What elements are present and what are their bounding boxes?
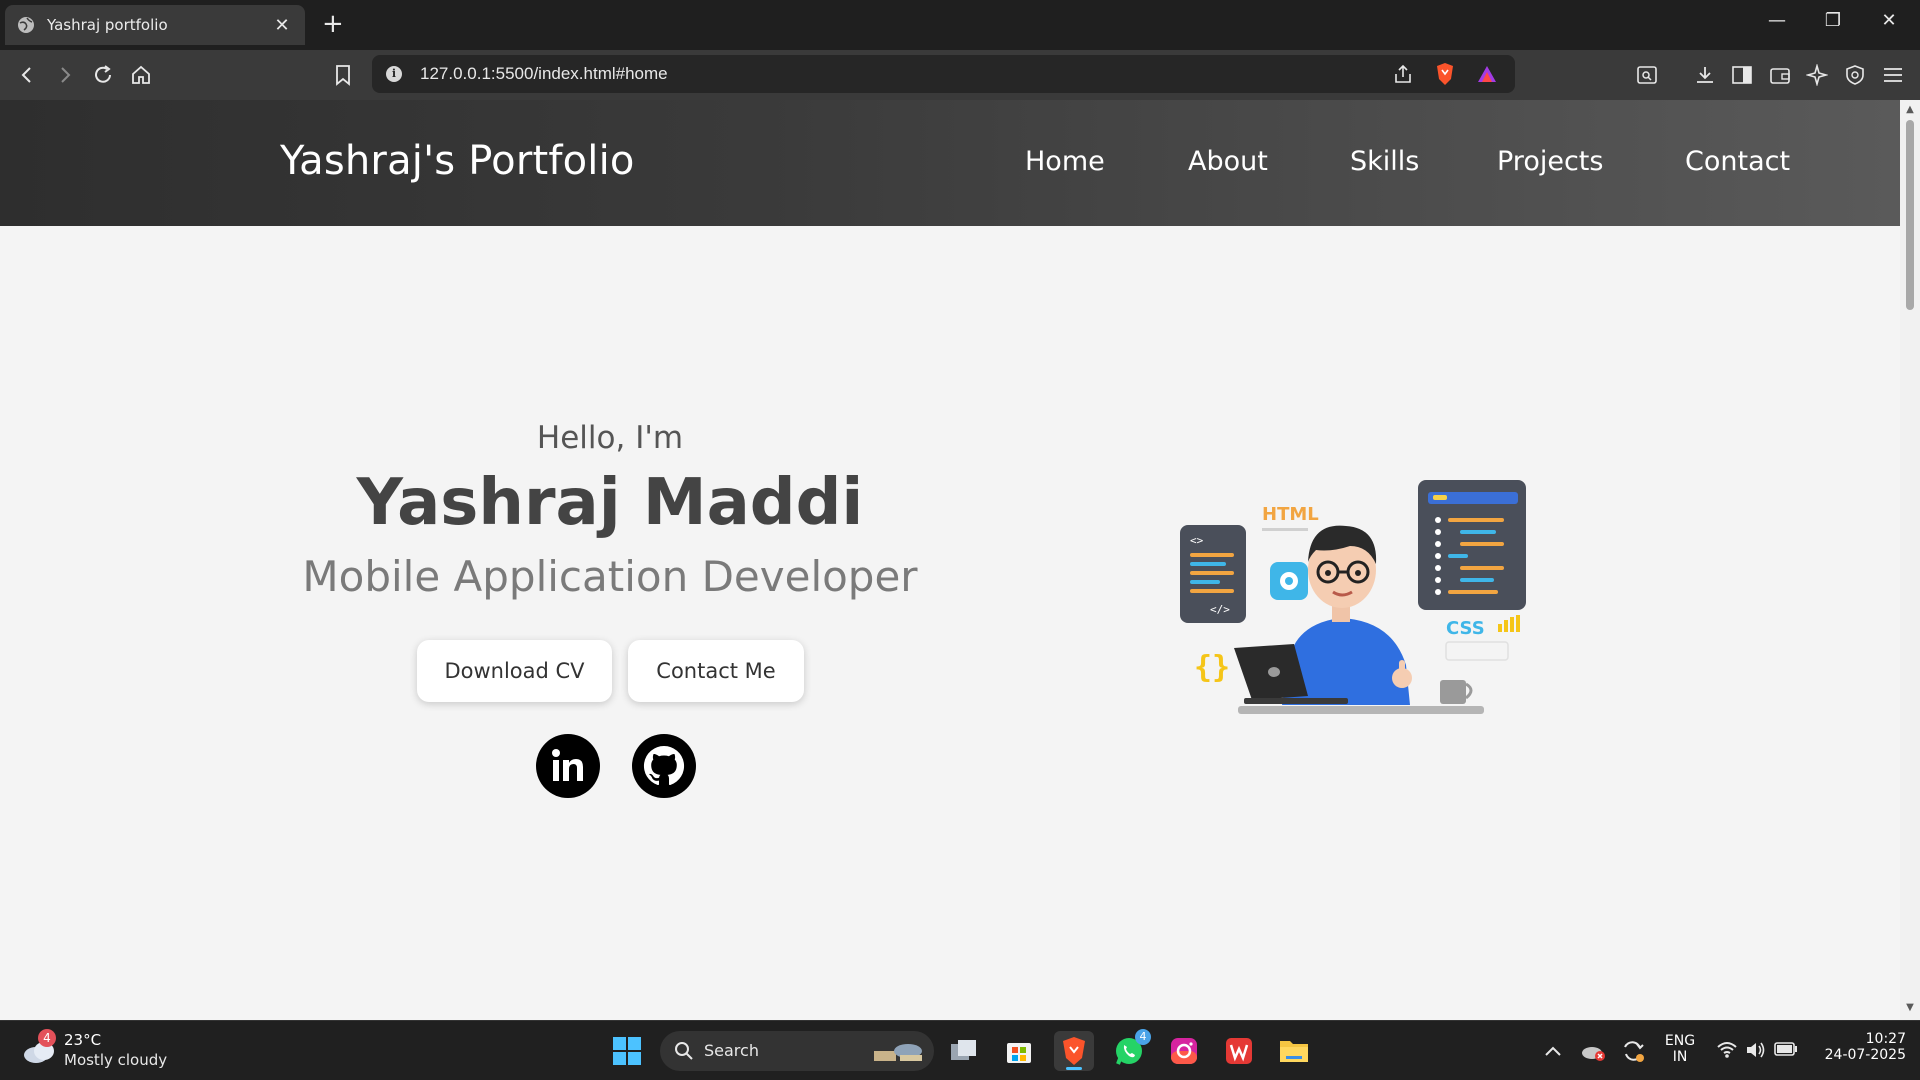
close-tab-icon[interactable]: ✕	[271, 15, 293, 36]
close-window-icon[interactable]: ✕	[1869, 10, 1909, 31]
github-icon[interactable]	[632, 734, 696, 798]
site-brand[interactable]: Yashraj's Portfolio	[280, 138, 635, 184]
microsoft-store-icon[interactable]	[999, 1031, 1039, 1071]
hero-role: Mobile Application Developer	[302, 552, 918, 601]
clock-time: 10:27	[1865, 1031, 1906, 1047]
language-line1: ENG	[1664, 1033, 1696, 1049]
hero-name: Yashraj Maddi	[356, 466, 864, 540]
leo-ai-icon[interactable]	[1804, 62, 1830, 88]
page-scrollbar[interactable]: ▲ ▼	[1900, 100, 1920, 1020]
nav-projects[interactable]: Projects	[1497, 146, 1603, 177]
active-indicator	[1066, 1067, 1082, 1070]
reader-mode-icon[interactable]	[1634, 62, 1660, 88]
sidebar-icon[interactable]	[1729, 62, 1755, 88]
minimize-icon[interactable]: —	[1757, 10, 1797, 31]
svg-text:</>: </>	[1210, 603, 1230, 616]
tab-strip: Yashraj portfolio ✕ + — ❐ ✕	[0, 0, 1920, 50]
globe-icon	[18, 17, 34, 33]
taskbar-search[interactable]: Search	[660, 1031, 934, 1071]
brave-shields-icon[interactable]	[1434, 62, 1456, 86]
task-view-icon[interactable]	[944, 1031, 984, 1071]
language-indicator[interactable]: ENG IN	[1655, 1033, 1705, 1065]
back-icon[interactable]	[14, 62, 40, 88]
css-label: CSS	[1446, 618, 1485, 639]
menu-icon[interactable]	[1880, 62, 1906, 88]
volume-icon[interactable]	[1745, 1040, 1767, 1060]
forward-icon[interactable]	[52, 62, 78, 88]
url-text: 127.0.0.1:5500/index.html#home	[420, 64, 668, 83]
whatsapp-badge: 4	[1135, 1029, 1151, 1045]
search-highlight-icon	[874, 1044, 922, 1061]
brave-browser-taskbar-icon[interactable]	[1054, 1031, 1094, 1071]
nav-skills[interactable]: Skills	[1350, 146, 1419, 177]
address-bar[interactable]: i 127.0.0.1:5500/index.html#home	[372, 55, 1515, 93]
browser-tab[interactable]: Yashraj portfolio ✕	[5, 5, 305, 45]
whatsapp-icon[interactable]: 4	[1109, 1029, 1151, 1071]
site-navbar: Yashraj's Portfolio Home About Skills Pr…	[0, 100, 1900, 226]
site-info-icon[interactable]: i	[386, 66, 402, 82]
nav-home[interactable]: Home	[1025, 146, 1105, 177]
home-icon[interactable]	[128, 62, 154, 88]
sync-icon[interactable]	[1613, 1031, 1653, 1071]
weather-description: Mostly cloudy	[64, 1051, 168, 1069]
windows-taskbar: 4 23°C Mostly cloudy Search 4 ENG IN 10:…	[0, 1020, 1920, 1080]
nav-contact[interactable]: Contact	[1685, 146, 1790, 177]
download-icon[interactable]	[1692, 62, 1718, 88]
html-label: HTML	[1262, 504, 1319, 525]
nav-about[interactable]: About	[1188, 146, 1268, 177]
brave-rewards-icon[interactable]	[1476, 64, 1498, 84]
start-button[interactable]	[607, 1031, 647, 1071]
scroll-thumb[interactable]	[1906, 120, 1914, 310]
clock-date: 24-07-2025	[1824, 1047, 1906, 1063]
reload-icon[interactable]	[90, 62, 116, 88]
clock[interactable]: 10:27 24-07-2025	[1806, 1031, 1906, 1063]
vpn-shield-icon[interactable]	[1842, 62, 1868, 88]
new-tab-button[interactable]: +	[322, 10, 344, 38]
share-icon[interactable]	[1392, 64, 1414, 84]
wps-office-icon[interactable]	[1219, 1031, 1259, 1071]
language-line2: IN	[1672, 1049, 1688, 1065]
download-cv-button[interactable]: Download CV	[417, 640, 612, 702]
hero-greeting: Hello, I'm	[536, 420, 684, 456]
page-viewport: Yashraj's Portfolio Home About Skills Pr…	[0, 100, 1900, 1020]
developer-illustration: <> </> HTML CSS {}	[1180, 480, 1526, 714]
show-hidden-icons-icon[interactable]	[1533, 1031, 1573, 1071]
svg-text:<>: <>	[1190, 534, 1204, 547]
linkedin-icon[interactable]	[536, 734, 600, 798]
weather-badge: 4	[38, 1029, 56, 1047]
battery-icon[interactable]	[1774, 1042, 1798, 1056]
file-explorer-icon[interactable]	[1274, 1031, 1314, 1071]
restore-icon[interactable]: ❐	[1813, 10, 1853, 31]
contact-me-button[interactable]: Contact Me	[628, 640, 804, 702]
onedrive-error-icon[interactable]	[1574, 1031, 1614, 1071]
search-icon	[675, 1042, 693, 1060]
bookmark-icon[interactable]	[330, 62, 356, 88]
instagram-icon[interactable]	[1164, 1031, 1204, 1071]
scroll-up-icon[interactable]: ▲	[1904, 104, 1916, 116]
scroll-down-icon[interactable]: ▼	[1904, 1002, 1916, 1014]
search-label: Search	[704, 1041, 759, 1060]
svg-text:{}: {}	[1194, 650, 1230, 685]
wallet-icon[interactable]	[1767, 62, 1793, 88]
tab-title: Yashraj portfolio	[47, 16, 168, 34]
wifi-icon[interactable]	[1716, 1041, 1738, 1059]
weather-temperature: 23°C	[64, 1031, 102, 1049]
windows-logo-icon	[613, 1037, 641, 1065]
